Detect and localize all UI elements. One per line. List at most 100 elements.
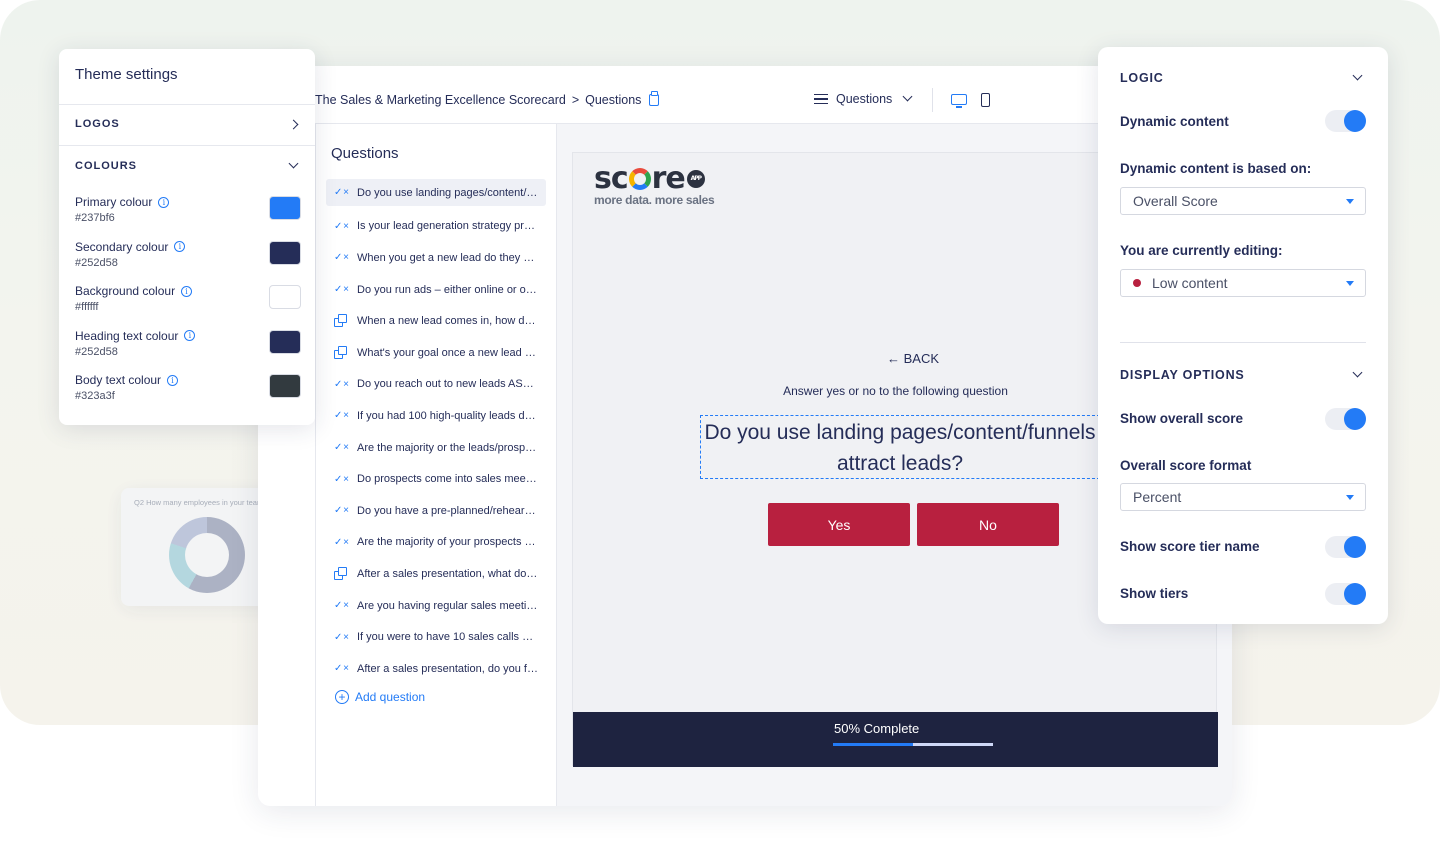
- info-icon[interactable]: i: [181, 285, 193, 297]
- info-icon[interactable]: i: [167, 374, 179, 386]
- yes-button[interactable]: Yes: [768, 503, 910, 546]
- chevron-down-icon: [902, 91, 913, 101]
- question-list-item-text: Do you reach out to new leads ASAP?: [357, 378, 539, 391]
- colour-hex: #237bf6: [75, 212, 115, 224]
- caret-down-icon: [1346, 199, 1354, 204]
- add-question-button[interactable]: + Add question: [335, 690, 425, 704]
- mobile-preview-icon[interactable]: [981, 93, 990, 107]
- progress-track: [833, 743, 993, 746]
- app-window: The Sales & Marketing Excellence Scoreca…: [258, 66, 1232, 806]
- question-list-item-text: If you had 100 high-quality leads delive…: [357, 409, 539, 422]
- view-dropdown[interactable]: Questions: [814, 91, 913, 106]
- divider: [932, 88, 933, 112]
- display-options-heading[interactable]: DISPLAY OPTIONS: [1120, 368, 1245, 382]
- colour-setting-row: Primary colour i #237bf6: [75, 195, 301, 235]
- caret-down-icon: [1346, 281, 1354, 286]
- question-list-item-text: After a sales presentation, do you follo…: [357, 662, 539, 675]
- colour-name: Primary colour: [75, 195, 153, 209]
- question-list-item[interactable]: ✓ × Are the majority or the leads/prospec…: [326, 432, 546, 464]
- info-icon[interactable]: i: [158, 196, 170, 208]
- colour-swatch[interactable]: [269, 240, 301, 265]
- info-icon[interactable]: i: [174, 241, 186, 252]
- editing-label: You are currently editing:: [1120, 243, 1283, 258]
- info-icon[interactable]: i: [184, 330, 196, 341]
- chevron-down-icon[interactable]: [288, 158, 299, 169]
- colour-name: Background colour: [75, 284, 176, 298]
- logo-tagline: more data. more sales: [594, 193, 715, 207]
- question-list-item[interactable]: ✓ × When you get a new lead do they give …: [326, 242, 546, 274]
- yes-no-icon: ✓ ×: [334, 442, 349, 454]
- question-list-item-text: When you get a new lead do they give you…: [357, 251, 539, 264]
- question-list-item[interactable]: ✓ × After a sales presentation, do you fo…: [326, 653, 546, 685]
- divider: [59, 104, 315, 105]
- desktop-preview-icon[interactable]: [951, 94, 967, 108]
- question-text[interactable]: Do you use landing pages/content/funnels…: [700, 415, 1100, 479]
- donut-chart: [169, 517, 245, 593]
- multiple-choice-icon: [334, 345, 352, 360]
- question-list-item[interactable]: After a sales presentation, what do you …: [326, 558, 546, 590]
- colour-swatch[interactable]: [269, 285, 301, 309]
- chevron-down-icon[interactable]: [1352, 367, 1363, 378]
- question-list-item[interactable]: ✓ × Do prospects come into sales meetings…: [326, 463, 546, 495]
- question-list-item[interactable]: What's your goal once a new lead comes i…: [326, 337, 546, 369]
- show-tier-name-toggle[interactable]: [1325, 536, 1366, 558]
- based-on-select[interactable]: Overall Score: [1120, 187, 1366, 215]
- dynamic-content-toggle[interactable]: [1325, 110, 1366, 132]
- chevron-down-icon[interactable]: [1352, 70, 1363, 81]
- yes-no-icon: ✓ ×: [334, 378, 349, 390]
- theme-settings-card: Theme settings LOGOS COLOURS Primary col…: [59, 49, 315, 425]
- question-list-item-text: What's your goal once a new lead comes i…: [357, 346, 539, 359]
- divider: [59, 145, 315, 146]
- question-list-item-text: After a sales presentation, what do you …: [357, 567, 539, 580]
- logos-section-toggle[interactable]: LOGOS: [75, 118, 120, 130]
- status-dot-icon: [1133, 279, 1141, 287]
- breadcrumb-current: Questions: [585, 93, 642, 107]
- question-list-item[interactable]: When a new lead comes in, how do you res…: [326, 305, 546, 337]
- colours-section-toggle[interactable]: COLOURS: [75, 160, 137, 172]
- colour-swatch[interactable]: [269, 374, 301, 398]
- dynamic-content-label: Dynamic content: [1120, 114, 1229, 129]
- questions-heading: Questions: [331, 145, 399, 162]
- show-tiers-toggle[interactable]: [1325, 583, 1366, 605]
- question-list-item-text: Is your lead generation strategy produci…: [357, 220, 539, 233]
- clipboard-icon[interactable]: [649, 91, 660, 106]
- question-list-item[interactable]: ✓ × Are the majority of your prospects a …: [326, 527, 546, 559]
- colour-hex: #252d58: [75, 256, 118, 269]
- question-list-item[interactable]: ✓ × Do you use landing pages/content/funn…: [326, 179, 546, 206]
- view-dropdown-label: Questions: [836, 92, 893, 106]
- question-list-item-text: Do prospects come into sales meetings pr…: [357, 473, 539, 486]
- yes-no-icon: ✓ ×: [334, 505, 349, 517]
- questions-panel: Questions ✓ × Do you use landing pages/co…: [315, 124, 557, 806]
- score-format-label: Overall score format: [1120, 458, 1252, 473]
- arrow-left-icon: ←: [887, 351, 900, 366]
- colour-swatch[interactable]: [269, 329, 301, 354]
- progress-label: 50% Complete: [834, 721, 920, 736]
- question-list-item[interactable]: ✓ × Do you reach out to new leads ASAP?: [326, 369, 546, 401]
- yes-no-icon: ✓ ×: [334, 473, 349, 485]
- yes-no-icon: ✓ ×: [334, 536, 349, 548]
- question-list-item-text: If you were to have 10 sales calls with …: [357, 631, 539, 644]
- colour-swatch[interactable]: [269, 196, 301, 220]
- question-list-item[interactable]: ✓ × Are you having regular sales meetings…: [326, 590, 546, 622]
- yes-no-icon: ✓ ×: [334, 187, 349, 198]
- list-icon: [814, 93, 828, 105]
- question-list-item[interactable]: ✓ × If you were to have 10 sales calls wi…: [326, 621, 546, 653]
- question-list-item[interactable]: ✓ × If you had 100 high-quality leads del…: [326, 400, 546, 432]
- editing-select[interactable]: Low content: [1120, 269, 1366, 297]
- show-overall-score-label: Show overall score: [1120, 411, 1244, 426]
- question-list-item-text: Are the majority of your prospects a goo…: [357, 536, 539, 549]
- scoreapp-logo: sc re APP more data. more sales: [594, 161, 715, 207]
- donut-question-label: Q2 How many employees in your team?: [134, 498, 268, 507]
- question-list-item-text: Do you have a pre-planned/rehearsed sale…: [357, 504, 539, 517]
- show-overall-score-toggle[interactable]: [1325, 408, 1366, 430]
- no-button[interactable]: No: [917, 503, 1059, 546]
- score-format-select[interactable]: Percent: [1120, 483, 1366, 511]
- logic-heading[interactable]: LOGIC: [1120, 71, 1164, 85]
- question-list-item[interactable]: ✓ × Do you run ads – either online or off…: [326, 274, 546, 306]
- question-list-item[interactable]: ✓ × Do you have a pre-planned/rehearsed s…: [326, 495, 546, 527]
- question-list-item[interactable]: ✓ × Is your lead generation strategy prod…: [326, 211, 546, 243]
- colour-hex: #ffffff: [75, 301, 99, 313]
- breadcrumb-scorecard[interactable]: The Sales & Marketing Excellence Scoreca…: [315, 93, 566, 107]
- back-button[interactable]: ← BACK: [887, 351, 939, 366]
- chevron-right-icon[interactable]: [288, 119, 299, 130]
